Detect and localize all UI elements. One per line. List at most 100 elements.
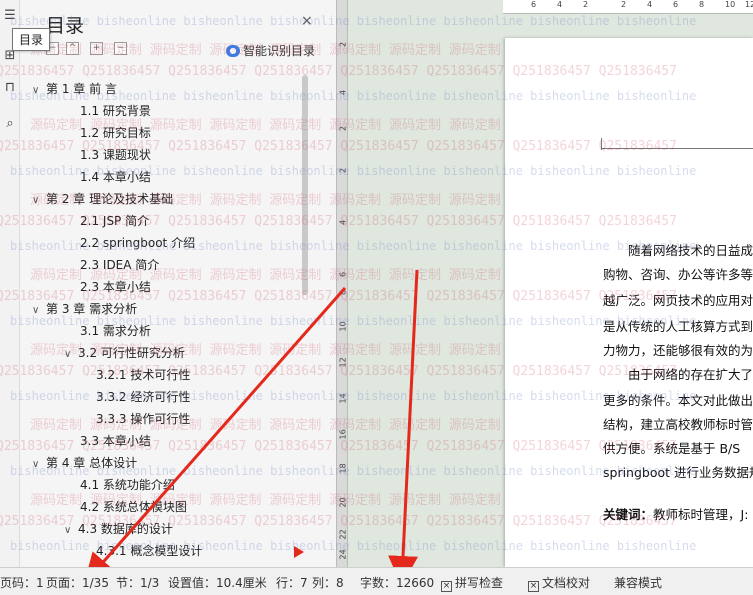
abstract-line: 随着网络技术的日益成 — [603, 243, 753, 258]
toc-item-label: 1.1 研究背景 — [80, 104, 151, 118]
abstract-line: 购物、咨询、办公等许多等 — [603, 267, 753, 282]
toc-item[interactable]: 3.1 需求分析 — [80, 320, 151, 342]
toc-icon[interactable]: ☰ — [2, 8, 18, 24]
chevron-down-icon[interactable]: ∨ — [64, 520, 78, 542]
toc-item-label: 2.1 JSP 简介 — [80, 214, 150, 228]
ruler-tick-label: 4 — [338, 89, 348, 96]
toc-item-label: 第 1 章 前 言 — [46, 82, 117, 96]
toc-item[interactable]: ∨ 第 3 章 需求分析 — [32, 298, 137, 320]
status-col[interactable]: 列：8 — [312, 574, 344, 591]
status-setting[interactable]: 设置值：10.4厘米 — [168, 574, 267, 591]
bookmark-icon[interactable]: ⊓ — [2, 80, 18, 96]
toc-item-label: 2.2 springboot 介绍 — [80, 236, 196, 250]
status-wordcount[interactable]: 字数：12660 — [360, 574, 434, 591]
abstract-line: springboot 进行业务数据规 — [603, 465, 753, 480]
keywords-label: 关键词： — [603, 507, 654, 522]
horizontal-ruler[interactable]: 6 4 2 2 4 6 8 10 12 — [503, 0, 753, 14]
chevron-down-icon[interactable]: ∨ — [32, 454, 46, 476]
toc-item[interactable]: 4.3.1 概念模型设计 — [96, 540, 202, 562]
toc-item[interactable]: 2.3 本章小结 — [80, 276, 151, 298]
keywords-line: 关键词：教师标时管理，J: — [603, 504, 748, 523]
toc-item[interactable]: ∨ 第 4 章 总体设计 — [32, 452, 137, 474]
ruler-tick-label: 4 — [338, 219, 348, 226]
header-line — [601, 148, 753, 149]
toc-item[interactable]: 3.3.2 经济可行性 — [96, 386, 190, 408]
ruler-tick-label: 22 — [338, 529, 348, 540]
document-page[interactable]: 随着网络技术的日益成 购物、咨询、办公等许多等 越广泛。网页技术的应用对 是从传统的人… — [505, 38, 753, 567]
toc-item-label: 2.3 本章小结 — [80, 280, 151, 294]
left-icon-rail: ☰ ⊞ ⊓ ⌕ — [0, 0, 20, 567]
toc-item-label: 2.3 IDEA 简介 — [80, 258, 160, 272]
keywords-text: 教师标时管理，J: — [653, 507, 749, 522]
toc-item[interactable]: 3.3.3 操作可行性 — [96, 408, 190, 430]
compat-mode: 兼容模式 — [614, 576, 663, 590]
chevron-down-icon[interactable]: ∨ — [32, 190, 46, 212]
ruler-tick-label: 2 — [338, 167, 348, 174]
status-pages[interactable]: 页面：1/35 — [46, 574, 109, 591]
toc-item-label: 4.3 数据库的设计 — [78, 522, 173, 536]
ruler-tick-label: 18 — [338, 463, 348, 474]
status-section[interactable]: 节：1/3 — [116, 574, 159, 591]
vertical-ruler[interactable]: 2 4 2 2 4 6 8 10 12 14 16 18 20 22 24 — [336, 0, 348, 567]
doc-proof-toggle[interactable]: × 文档校对 — [528, 574, 590, 592]
toc-item[interactable]: 3.3 本章小结 — [80, 430, 151, 452]
toc-item[interactable]: 3.2.1 技术可行性 — [96, 364, 190, 386]
toc-item[interactable]: 1.4 本章小结 — [80, 166, 151, 188]
toc-item[interactable]: ∨ 第 1 章 前 言 — [32, 78, 117, 100]
add-heading-icon[interactable]: + — [90, 42, 103, 55]
toc-item[interactable]: 2.3 IDEA 简介 — [80, 254, 159, 276]
toc-item[interactable]: 1.1 研究背景 — [80, 100, 151, 122]
chevron-down-icon[interactable]: ∨ — [32, 80, 46, 102]
toc-scrollbar[interactable] — [302, 75, 308, 295]
ruler-tick-label: 2 — [338, 125, 348, 132]
abstract-line: 力物力，还能够很有效的为 — [603, 343, 753, 358]
toc-item[interactable]: 2.2 springboot 介绍 — [80, 232, 195, 254]
document-canvas: 6 4 2 2 4 6 8 10 12 随着网络技术的日益成 购物、咨询、办公等许多等 越广泛。网页… — [348, 0, 753, 567]
status-page-number[interactable]: 页码：1 — [0, 574, 44, 591]
toc-item-label: 第 2 章 理论及技术基础 — [46, 192, 174, 206]
toc-item-label: 第 3 章 需求分析 — [46, 302, 138, 316]
smart-toc-button[interactable]: ● 智能识别目录 — [226, 42, 315, 59]
remove-heading-icon[interactable]: − — [114, 42, 127, 55]
ruler-tick-label: 16 — [338, 429, 348, 440]
toc-item-label: 3.3.3 操作可行性 — [96, 412, 191, 426]
spell-check-label: 拼写检查 — [455, 576, 504, 590]
expand-up-icon[interactable]: ^ — [66, 42, 79, 55]
abstract-line: 由于网络的存在扩大了 — [603, 367, 753, 382]
toc-title: 目录 — [46, 15, 85, 37]
toc-item[interactable]: 4.2 系统总体模块图 — [80, 496, 187, 518]
chevron-down-icon[interactable]: ∨ — [64, 344, 78, 366]
ruler-tick-label: 10 — [338, 321, 348, 332]
toc-item-label: 1.2 研究目标 — [80, 126, 151, 140]
status-row[interactable]: 行：7 — [276, 574, 308, 591]
abstract-line: 是从传统的人工核算方式到 — [603, 319, 753, 334]
toc-item-label: 4.2 系统总体模块图 — [80, 500, 187, 514]
toc-item-label: 3.2 可行性研究分析 — [78, 346, 185, 360]
ai-icon: ● — [226, 44, 240, 57]
toc-item-label: 1.4 本章小结 — [80, 170, 151, 184]
ruler-tick-label: 6 — [338, 271, 348, 278]
spell-check-toggle[interactable]: × 拼写检查 — [441, 574, 503, 592]
smart-toc-label: 智能识别目录 — [243, 44, 316, 58]
toc-item[interactable]: ∨ 第 2 章 理论及技术基础 — [32, 188, 173, 210]
doc-proof-label: 文档校对 — [542, 576, 591, 590]
ruler-tick-label: 10 — [725, 0, 736, 9]
ruler-tick-label: 6 — [673, 0, 679, 9]
ruler-tick-label: 4 — [557, 0, 563, 9]
toc-item-label: 3.3.2 经济可行性 — [96, 390, 191, 404]
toc-item[interactable]: 2.1 JSP 简介 — [80, 210, 149, 232]
toc-item[interactable]: ∨ 3.2 可行性研究分析 — [64, 342, 185, 364]
ruler-tick-label: 12 — [745, 0, 753, 9]
toc-tooltip: 目录 — [12, 28, 51, 51]
toc-item[interactable]: 1.3 课题现状 — [80, 144, 151, 166]
toc-item[interactable]: 4.1 系统功能介绍 — [80, 474, 175, 496]
toc-item-label: 4.3.1 概念模型设计 — [96, 544, 203, 558]
toc-item[interactable]: ∨ 4.3 数据库的设计 — [64, 518, 173, 540]
ruler-tick-label: 2 — [583, 0, 589, 9]
toc-item[interactable]: 1.2 研究目标 — [80, 122, 151, 144]
ruler-tick-label: 20 — [338, 497, 348, 508]
close-icon[interactable]: × — [301, 13, 313, 29]
search-icon[interactable]: ⌕ — [2, 116, 18, 132]
chevron-down-icon[interactable]: ∨ — [32, 300, 46, 322]
status-bar: 页码：1 页面：1/35 节：1/3 设置值：10.4厘米 行：7 列：8 字数… — [0, 567, 753, 595]
